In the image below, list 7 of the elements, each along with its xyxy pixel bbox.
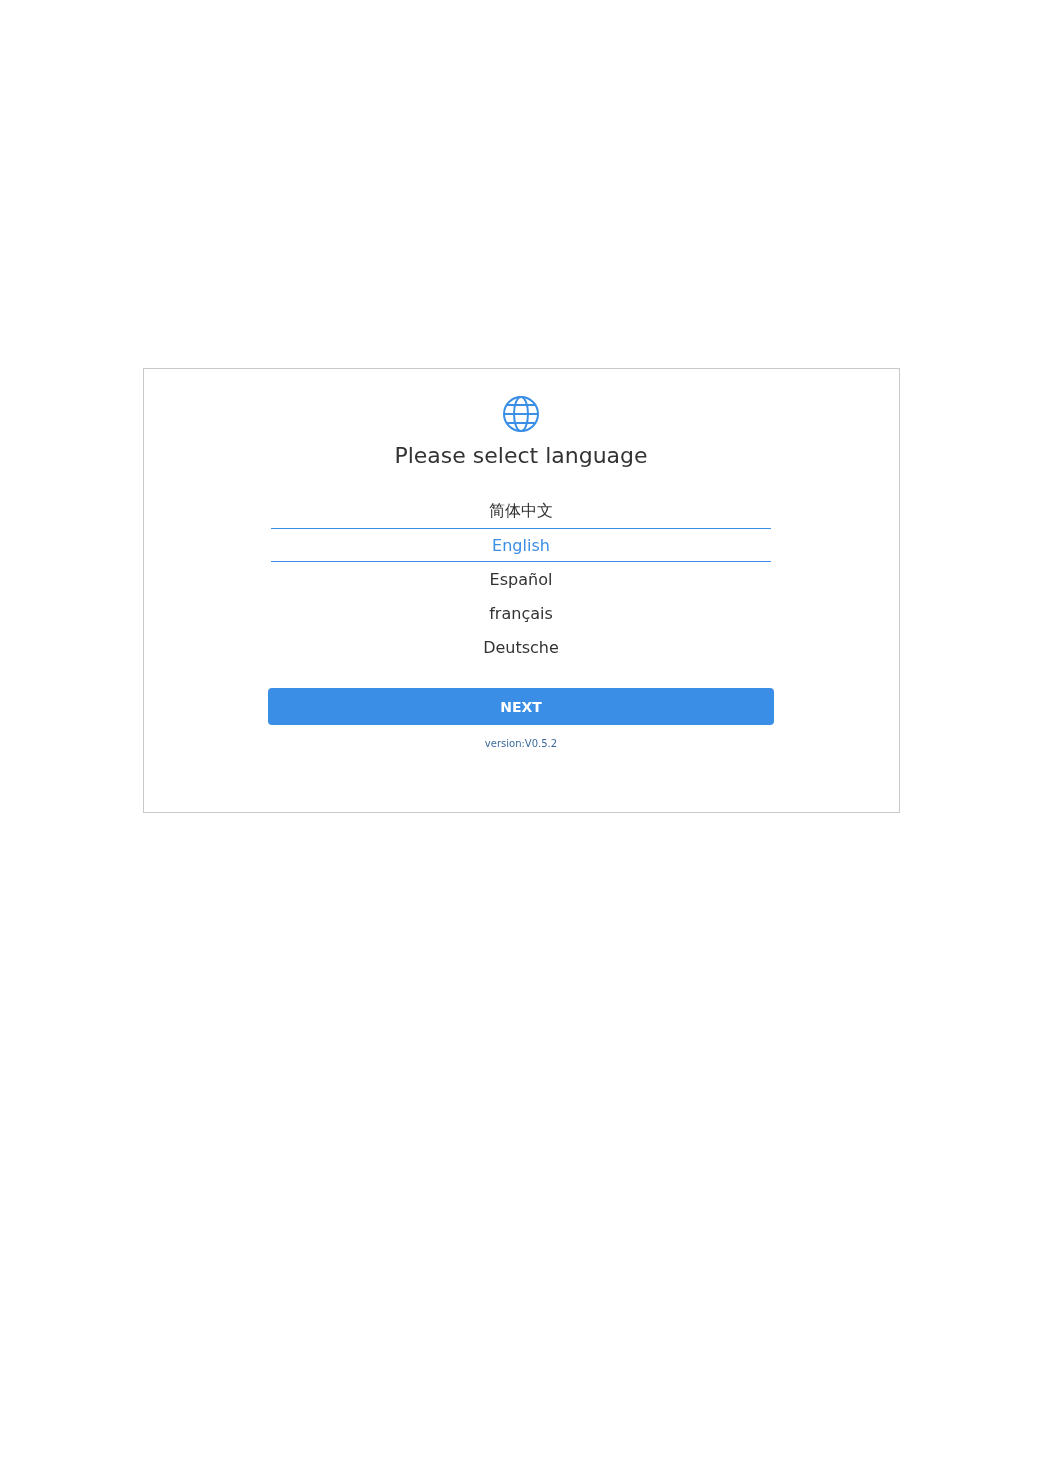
language-option[interactable]: Deutsche bbox=[271, 630, 771, 664]
language-option[interactable]: français bbox=[271, 596, 771, 630]
language-option[interactable]: Español bbox=[271, 562, 771, 596]
dialog-title: Please select language bbox=[394, 443, 648, 468]
globe-icon bbox=[502, 395, 540, 433]
language-option[interactable]: 简体中文 bbox=[271, 494, 771, 528]
version-label: version:V0.5.2 bbox=[484, 738, 558, 749]
